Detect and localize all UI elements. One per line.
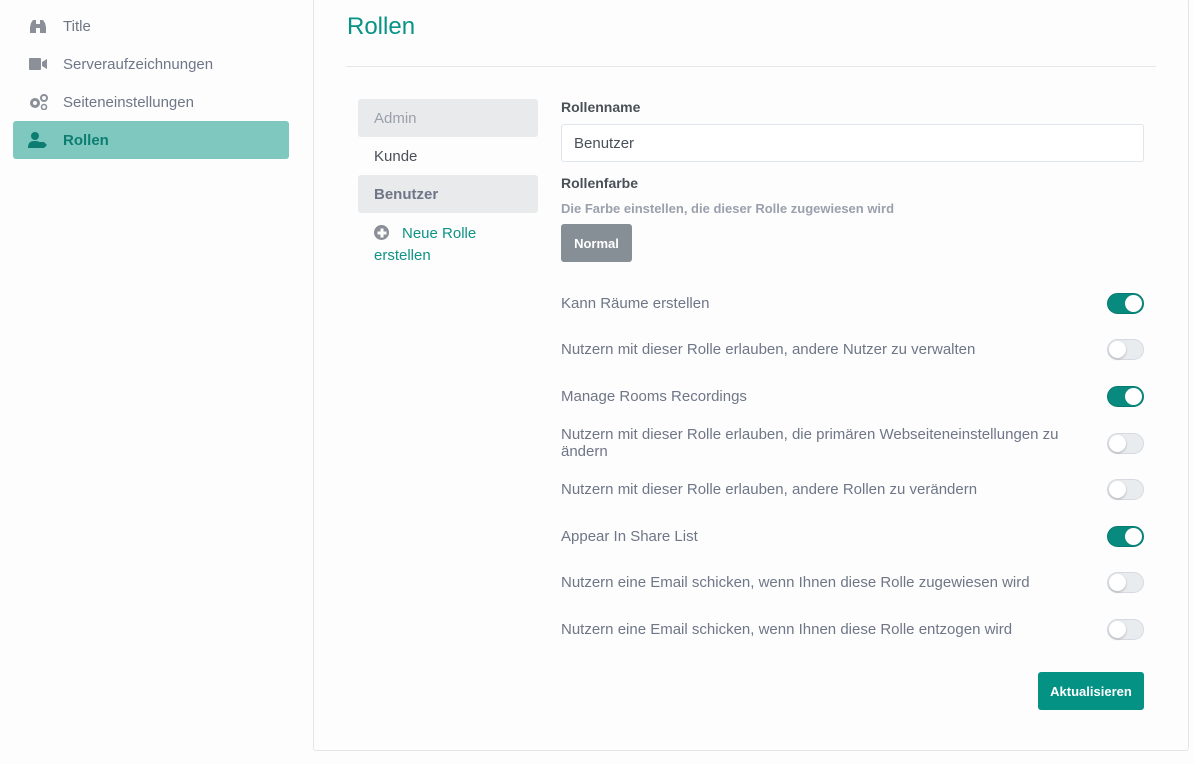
video-camera-icon	[28, 56, 48, 72]
permission-label: Appear In Share List	[561, 527, 698, 545]
sidebar-item-seiteneinstellungen[interactable]: Seiteneinstellungen	[13, 83, 289, 121]
role-color-hint: Die Farbe einstellen, die dieser Rolle z…	[561, 201, 895, 216]
role-item-label: Kunde	[374, 147, 418, 165]
permission-row: Appear In Share List	[561, 513, 1144, 560]
role-item-admin[interactable]: Admin	[358, 99, 538, 137]
permission-toggle[interactable]	[1107, 479, 1144, 501]
toggle-knob	[1109, 574, 1126, 592]
role-name-input[interactable]	[561, 124, 1144, 162]
sidebar: Title Serveraufzeichnungen Seiteneinstel…	[13, 7, 289, 159]
plus-circle-icon	[374, 225, 389, 240]
update-button[interactable]: Aktualisieren	[1038, 672, 1144, 710]
toggle-knob	[1109, 620, 1126, 638]
role-color-label: Rollenfarbe	[561, 175, 639, 191]
sidebar-item-title[interactable]: Title	[13, 7, 289, 45]
sidebar-item-label: Seiteneinstellungen	[63, 93, 194, 111]
permission-row: Nutzern mit dieser Rolle erlauben, die p…	[561, 420, 1144, 467]
cogs-icon	[28, 94, 48, 110]
role-item-kunde[interactable]: Kunde	[358, 137, 538, 175]
toggle-knob	[1109, 434, 1126, 452]
permission-toggle[interactable]	[1107, 618, 1144, 640]
permission-row: Nutzern eine Email schicken, wenn Ihnen …	[561, 560, 1144, 607]
permission-toggle[interactable]	[1107, 385, 1144, 407]
permission-row: Nutzern mit dieser Rolle erlauben, ander…	[561, 327, 1144, 374]
permission-row: Nutzern mit dieser Rolle erlauben, ander…	[561, 466, 1144, 513]
role-form: Rollenname Rollenfarbe Die Farbe einstel…	[561, 99, 1144, 653]
permission-toggle[interactable]	[1107, 292, 1144, 314]
permission-toggle[interactable]	[1107, 432, 1144, 454]
roles-card: Rollen Admin Kunde Benutzer Neue Rolle e…	[313, 0, 1189, 751]
role-item-label: Admin	[374, 109, 417, 127]
sidebar-item-rollen[interactable]: Rollen	[13, 121, 289, 159]
permission-label: Nutzern mit dieser Rolle erlauben, die p…	[561, 426, 1059, 461]
permission-label: Kann Räume erstellen	[561, 294, 710, 312]
new-role-label: Neue Rolle erstellen	[374, 225, 477, 264]
permission-label: Nutzern eine Email schicken, wenn Ihnen …	[561, 620, 1013, 638]
permission-toggle[interactable]	[1107, 525, 1144, 547]
role-item-label: Benutzer	[374, 185, 439, 203]
sidebar-item-serveraufzeichnungen[interactable]: Serveraufzeichnungen	[13, 45, 289, 83]
toggle-knob	[1125, 294, 1142, 312]
toggle-knob	[1125, 527, 1142, 545]
sidebar-item-label: Rollen	[63, 131, 109, 149]
binoculars-icon	[28, 18, 48, 34]
permission-label: Nutzern mit dieser Rolle erlauben, ander…	[561, 481, 978, 499]
permission-toggle[interactable]	[1107, 339, 1144, 361]
permission-list: Kann Räume erstellen Nutzern mit dieser …	[561, 280, 1144, 653]
role-name-label: Rollenname	[561, 99, 641, 115]
permission-row: Nutzern eine Email schicken, wenn Ihnen …	[561, 606, 1144, 653]
permission-row: Kann Räume erstellen	[561, 280, 1144, 327]
user-tag-icon	[28, 132, 48, 148]
toggle-knob	[1109, 481, 1126, 499]
new-role-link[interactable]: Neue Rolle erstellen	[358, 223, 508, 267]
toggle-knob	[1125, 387, 1142, 405]
permission-label: Nutzern mit dieser Rolle erlauben, ander…	[561, 341, 976, 359]
title-divider	[346, 66, 1156, 67]
role-color-button[interactable]: Normal	[561, 224, 632, 262]
role-item-benutzer[interactable]: Benutzer	[358, 175, 538, 213]
role-list: Admin Kunde Benutzer Neue Rolle erstelle…	[358, 99, 538, 267]
sidebar-item-label: Serveraufzeichnungen	[63, 55, 214, 73]
permission-row: Manage Rooms Recordings	[561, 373, 1144, 420]
page-title: Rollen	[347, 13, 416, 40]
permission-label: Nutzern eine Email schicken, wenn Ihnen …	[561, 574, 1030, 592]
permission-toggle[interactable]	[1107, 572, 1144, 594]
sidebar-item-label: Title	[63, 17, 91, 35]
permission-label: Manage Rooms Recordings	[561, 387, 747, 405]
toggle-knob	[1109, 341, 1126, 359]
